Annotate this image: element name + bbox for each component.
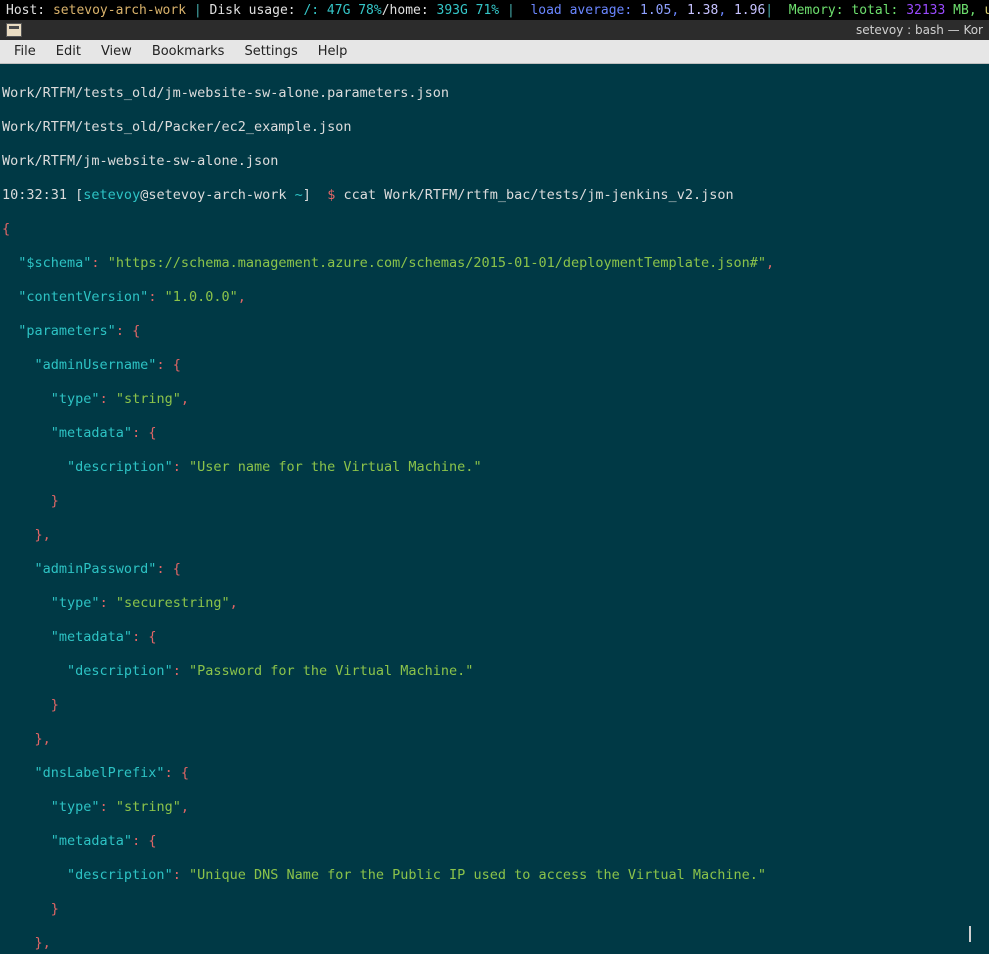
json-value: "Unique DNS Name for the Public IP used … xyxy=(189,867,766,883)
status-bar: Host: setevoy-arch-work | Disk usage: /:… xyxy=(0,0,989,20)
json-key: "metadata" xyxy=(51,629,132,645)
host-label: Host: xyxy=(6,3,45,18)
prompt-user: setevoy xyxy=(83,187,140,203)
json-key: "description" xyxy=(67,663,173,679)
mem-used-label: used: xyxy=(984,3,989,18)
terminal-viewport[interactable]: Work/RTFM/tests_old/jm-website-sw-alone.… xyxy=(0,64,989,954)
json-value: "User name for the Virtual Machine." xyxy=(189,459,482,475)
json-key: "description" xyxy=(67,459,173,475)
menu-bar: File Edit View Bookmarks Settings Help xyxy=(0,40,989,64)
menu-bookmarks[interactable]: Bookmarks xyxy=(142,42,235,61)
menu-edit[interactable]: Edit xyxy=(46,42,91,61)
json-value: "https://schema.management.azure.com/sch… xyxy=(108,255,766,271)
sep: , xyxy=(969,3,985,18)
host-value: setevoy-arch-work xyxy=(45,3,194,18)
json-key: "metadata" xyxy=(51,425,132,441)
mem-label: Memory: xyxy=(773,3,851,18)
json-key: "parameters" xyxy=(18,323,116,339)
disk-home: 393G 71% xyxy=(437,3,507,18)
json-value: "string" xyxy=(116,391,181,407)
json-key: "description" xyxy=(67,867,173,883)
output-path: Work/RTFM/jm-website-sw-alone.json xyxy=(2,153,278,169)
json-value: "Password for the Virtual Machine." xyxy=(189,663,473,679)
separator: | xyxy=(765,3,773,18)
json-key: "adminPassword" xyxy=(35,561,157,577)
load-label: load average: xyxy=(515,3,640,18)
load-3: 1.96 xyxy=(734,3,765,18)
json-key: "adminUsername" xyxy=(35,357,157,373)
json-key: "type" xyxy=(51,595,100,611)
json-key: "contentVersion" xyxy=(18,289,148,305)
menu-view[interactable]: View xyxy=(91,42,142,61)
sep: , xyxy=(718,3,734,18)
prompt-time: 10:32:31 xyxy=(2,187,75,203)
window-titlebar[interactable]: setevoy : bash — Kor xyxy=(0,20,989,40)
mem-mb: MB xyxy=(953,3,969,18)
separator: | xyxy=(194,3,202,18)
prompt-line: 10:32:31 [setevoy@setevoy-arch-work ~] $… xyxy=(2,187,987,204)
load-2: 1.38 xyxy=(687,3,718,18)
json-value: "string" xyxy=(116,799,181,815)
prompt-rb: ] xyxy=(303,187,327,203)
mem-total-label: total: xyxy=(851,3,906,18)
disk-root: /: 47G 78% xyxy=(303,3,381,18)
disk-home-label: /home: xyxy=(382,3,437,18)
json-value: "1.0.0.0" xyxy=(165,289,238,305)
json-brace: { xyxy=(2,221,10,237)
text-cursor xyxy=(969,926,971,942)
prompt-tilde: ~ xyxy=(295,187,303,203)
menu-file[interactable]: File xyxy=(4,42,46,61)
menu-help[interactable]: Help xyxy=(308,42,358,61)
output-path: Work/RTFM/tests_old/Packer/ec2_example.j… xyxy=(2,119,352,135)
window-title: setevoy : bash — Kor xyxy=(856,23,983,37)
json-key: "$schema" xyxy=(18,255,91,271)
sep: , xyxy=(671,3,687,18)
prompt-dollar: $ xyxy=(327,187,343,203)
separator: | xyxy=(507,3,515,18)
prompt-host: setevoy-arch-work xyxy=(148,187,294,203)
json-key: "metadata" xyxy=(51,833,132,849)
load-1: 1.05 xyxy=(640,3,671,18)
mem-total: 32133 xyxy=(906,3,953,18)
json-key: "dnsLabelPrefix" xyxy=(35,765,165,781)
output-path: Work/RTFM/tests_old/jm-website-sw-alone.… xyxy=(2,85,449,101)
terminal-icon xyxy=(6,23,22,37)
json-value: "securestring" xyxy=(116,595,230,611)
prompt-command: ccat Work/RTFM/rtfm_bac/tests/jm-jenkins… xyxy=(343,187,733,203)
json-key: "type" xyxy=(51,799,100,815)
disk-label: Disk usage: xyxy=(202,3,304,18)
menu-settings[interactable]: Settings xyxy=(234,42,307,61)
json-key: "type" xyxy=(51,391,100,407)
